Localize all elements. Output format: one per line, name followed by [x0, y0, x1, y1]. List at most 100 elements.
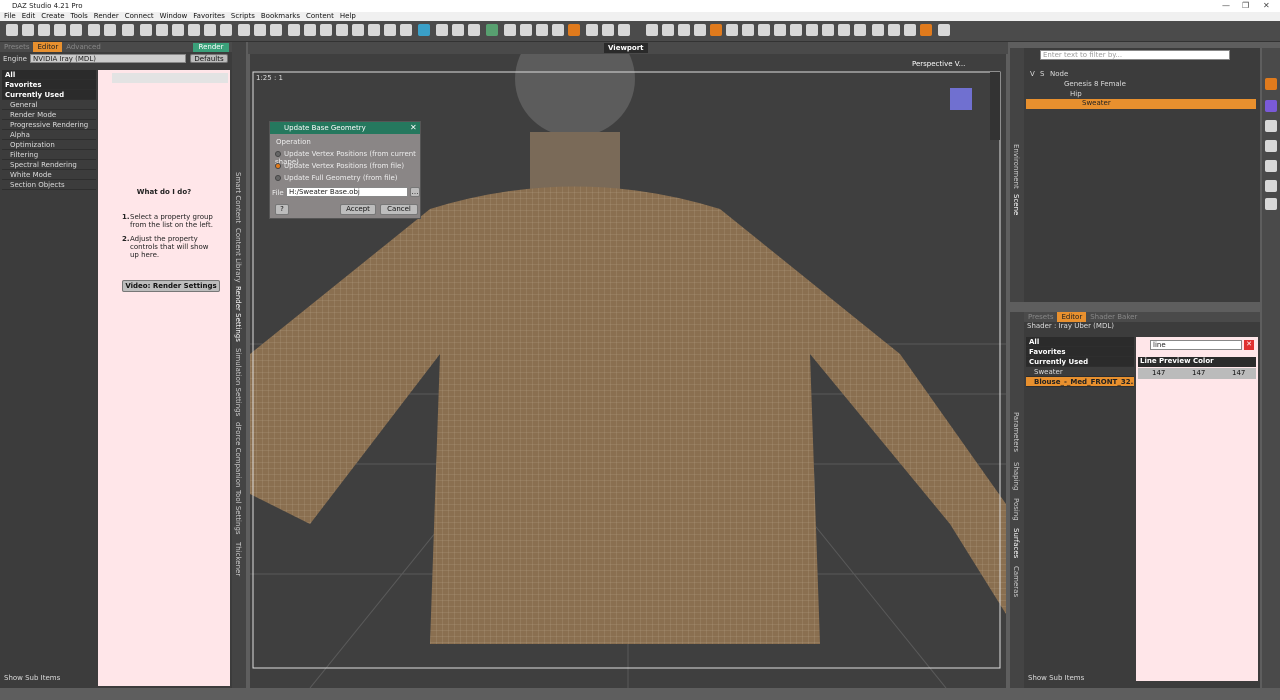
menu-tools[interactable]: Tools	[71, 12, 88, 20]
nav-controls[interactable]	[990, 72, 1000, 140]
surf-group-favorites[interactable]: Favorites	[1026, 347, 1134, 357]
surf-group-currently-used[interactable]: Currently Used	[1026, 357, 1134, 367]
dforce-icon[interactable]	[418, 24, 430, 36]
camera-icon[interactable]	[288, 24, 300, 36]
layout-d-icon[interactable]	[920, 24, 932, 36]
twist-tool-icon[interactable]	[694, 24, 706, 36]
geometry-editor-icon[interactable]	[806, 24, 818, 36]
strip-a-icon[interactable]	[1265, 78, 1277, 90]
surf-tab-editor[interactable]: Editor	[1057, 312, 1087, 322]
select-tool-icon[interactable]	[662, 24, 674, 36]
primitive-icon[interactable]	[320, 24, 332, 36]
group-filtering[interactable]: Filtering	[2, 150, 96, 160]
video-render-settings-button[interactable]: Video: Render Settings	[122, 280, 220, 292]
group-all[interactable]: All	[2, 70, 96, 80]
render-button[interactable]: Render	[193, 43, 229, 52]
null-icon[interactable]	[368, 24, 380, 36]
menu-favorites[interactable]: Favorites	[193, 12, 225, 20]
group-icon[interactable]	[384, 24, 396, 36]
file-path-input[interactable]: H:/Sweater Base.obj	[286, 187, 408, 197]
vtab-scene[interactable]: Scene	[1012, 194, 1020, 215]
vtab-posing[interactable]: Posing	[1012, 498, 1020, 521]
figure-icon[interactable]	[336, 24, 348, 36]
joint-icon[interactable]	[140, 24, 152, 36]
show-sub-items-left[interactable]: Show Sub Items	[4, 674, 60, 682]
tool-d-icon[interactable]	[552, 24, 564, 36]
plugin-icon[interactable]	[486, 24, 498, 36]
pose-icon[interactable]	[172, 24, 184, 36]
rotate-tool-icon[interactable]	[678, 24, 690, 36]
clear-search-icon[interactable]: ✕	[1244, 340, 1254, 350]
tool-h-icon[interactable]	[618, 24, 630, 36]
transform-icon[interactable]	[122, 24, 134, 36]
vtab-smart-content[interactable]: Smart Content	[234, 172, 242, 223]
surface-selection-icon[interactable]	[838, 24, 850, 36]
menu-connect[interactable]: Connect	[125, 12, 154, 20]
property-search[interactable]	[112, 73, 228, 83]
show-sub-items-right[interactable]: Show Sub Items	[1028, 674, 1084, 682]
group-white-mode[interactable]: White Mode	[2, 170, 96, 180]
open-icon[interactable]	[22, 24, 34, 36]
layout-a-icon[interactable]	[872, 24, 884, 36]
tool-g-icon[interactable]	[602, 24, 614, 36]
dialog-close-icon[interactable]: ✕	[410, 123, 417, 132]
brush-icon[interactable]	[254, 24, 266, 36]
menu-create[interactable]: Create	[41, 12, 64, 20]
vtab-thickener[interactable]: Thickener	[234, 542, 242, 576]
group-render-mode[interactable]: Render Mode	[2, 110, 96, 120]
strip-e-icon[interactable]	[1265, 160, 1277, 172]
spot-render-icon[interactable]	[822, 24, 834, 36]
node-genesis-8-female[interactable]: Genesis 8 Female	[1064, 80, 1126, 88]
group-section-objects[interactable]: Section Objects	[2, 180, 96, 190]
strip-c-icon[interactable]	[1265, 120, 1277, 132]
layout-b-icon[interactable]	[888, 24, 900, 36]
vtab-content-library[interactable]: Content Library	[234, 228, 242, 283]
menu-bookmarks[interactable]: Bookmarks	[261, 12, 300, 20]
group-currently-used[interactable]: Currently Used	[2, 90, 96, 100]
redo-icon[interactable]	[104, 24, 116, 36]
radio-current-shape[interactable]	[275, 151, 281, 157]
tab-presets[interactable]: Presets	[0, 42, 33, 52]
active-pose-icon[interactable]	[758, 24, 770, 36]
surf-tab-presets[interactable]: Presets	[1024, 312, 1057, 322]
accept-button[interactable]: Accept	[340, 204, 376, 215]
iray-icon[interactable]	[452, 24, 464, 36]
menu-window[interactable]: Window	[160, 12, 188, 20]
strip-f-icon[interactable]	[1265, 180, 1277, 192]
translate-tool-icon[interactable]	[710, 24, 722, 36]
vtab-dforce-companion[interactable]: dForce Companion	[234, 422, 242, 487]
vtab-cameras[interactable]: Cameras	[1012, 566, 1020, 597]
tool-b-icon[interactable]	[520, 24, 532, 36]
save-icon[interactable]	[54, 24, 66, 36]
merge-icon[interactable]	[38, 24, 50, 36]
minimize-button[interactable]: —	[1222, 1, 1230, 10]
new-icon[interactable]	[6, 24, 18, 36]
instance-icon[interactable]	[400, 24, 412, 36]
group-progressive-rendering[interactable]: Progressive Rendering	[2, 120, 96, 130]
node-icon[interactable]	[156, 24, 168, 36]
tab-advanced[interactable]: Advanced	[62, 42, 105, 52]
scale-tool-icon[interactable]	[726, 24, 738, 36]
vtab-parameters[interactable]: Parameters	[1012, 412, 1020, 452]
group-spectral-rendering[interactable]: Spectral Rendering	[2, 160, 96, 170]
scene-filter-input[interactable]: Enter text to filter by...	[1040, 50, 1230, 60]
node-hip[interactable]: Hip	[1070, 90, 1082, 98]
tool-c-icon[interactable]	[536, 24, 548, 36]
close-button[interactable]: ✕	[1263, 1, 1270, 10]
surf-tab-shader-baker[interactable]: Shader Baker	[1086, 312, 1141, 322]
menu-render[interactable]: Render	[94, 12, 119, 20]
geometry-icon[interactable]	[204, 24, 216, 36]
vtab-shaping[interactable]: Shaping	[1012, 462, 1020, 490]
menu-edit[interactable]: Edit	[22, 12, 36, 20]
strip-d-icon[interactable]	[1265, 140, 1277, 152]
defaults-button[interactable]: Defaults	[190, 54, 228, 63]
help-button[interactable]: ?	[275, 204, 289, 215]
group-favorites[interactable]: Favorites	[2, 80, 96, 90]
tool-f-icon[interactable]	[586, 24, 598, 36]
group-general[interactable]: General	[2, 100, 96, 110]
light-icon[interactable]	[304, 24, 316, 36]
view-cube[interactable]	[950, 88, 972, 110]
universal-tool-icon[interactable]	[646, 24, 658, 36]
surf-tree-sweater[interactable]: Sweater	[1026, 367, 1134, 377]
vtab-tool-settings[interactable]: Tool Settings	[234, 490, 242, 535]
